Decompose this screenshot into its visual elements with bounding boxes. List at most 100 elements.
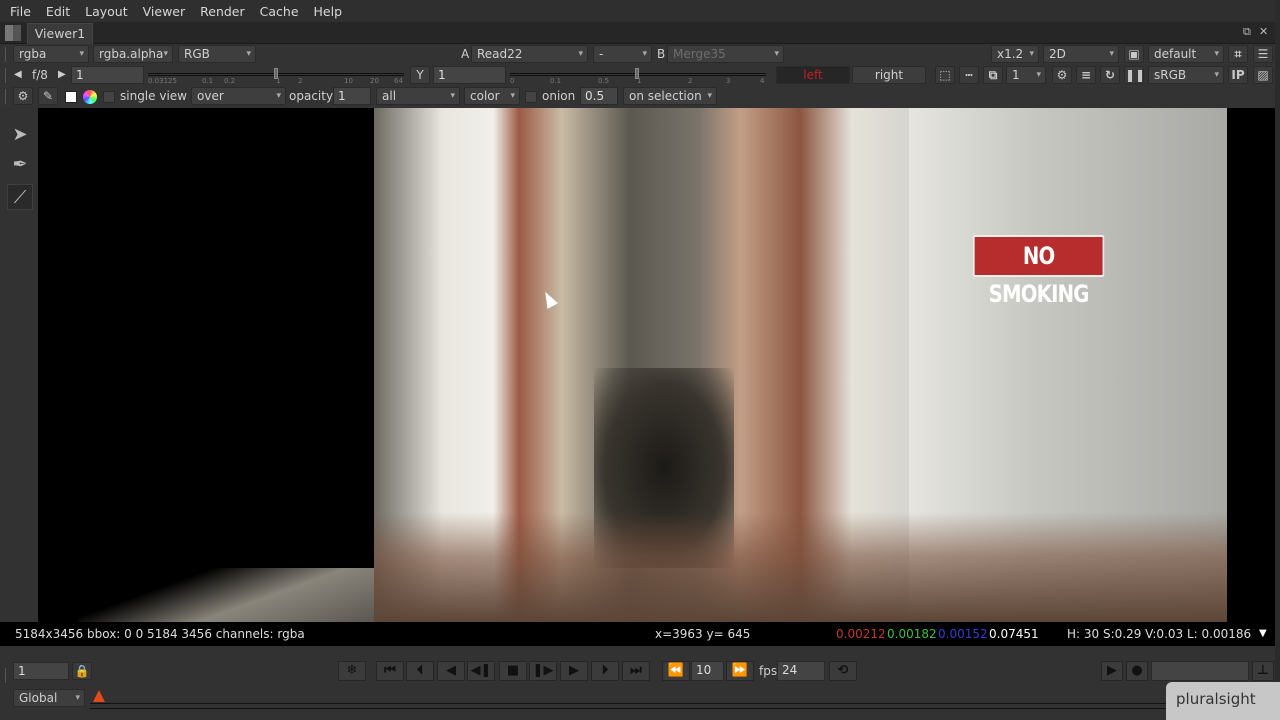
viewer-toolbar-row2: ◀ f/8 ▶ 1 0.03125 0.1 0.2 1 2 10 20 64 Y… [0, 65, 1280, 86]
eyedropper-icon[interactable]: ✎ [38, 87, 58, 105]
flipbook-play-icon[interactable]: ▶ [1101, 661, 1123, 681]
range-mode-dropdown[interactable]: Global [13, 689, 85, 707]
fstop-decrement-icon[interactable]: ◀ [14, 66, 22, 84]
fstop-increment-icon[interactable]: ▶ [58, 66, 66, 84]
camera-icon[interactable]: ▣ [1124, 45, 1144, 63]
blend-mode-dropdown[interactable]: over [191, 87, 286, 105]
display-channels-dropdown[interactable]: RGB [178, 45, 256, 63]
step-forward-icon[interactable]: ▶ [560, 661, 588, 681]
opacity-label: opacity [289, 89, 334, 103]
wipe-stripes-icon[interactable]: ▨ [1253, 66, 1273, 84]
step-back-icon[interactable]: ◀ [437, 661, 465, 681]
current-frame-marker[interactable] [93, 690, 105, 702]
timeline-settings-icon[interactable]: ⊥ [1252, 661, 1274, 681]
toolbar-grip[interactable] [5, 47, 8, 62]
lut-preset-dropdown[interactable]: default [1148, 45, 1224, 63]
color-mode-dropdown[interactable]: color [464, 87, 520, 105]
viewer-info-bar: 5184x3456 bbox: 0 0 5184 3456 channels: … [0, 622, 1275, 646]
lock-icon[interactable]: 🔒 [72, 662, 92, 680]
render-region-icon[interactable]: ⚙ [1052, 66, 1072, 84]
skip-back-icon[interactable]: ⏪ [662, 661, 690, 681]
gain-input[interactable]: 1 [71, 66, 144, 84]
menu-render[interactable]: Render [193, 4, 253, 19]
input-b-dropdown[interactable]: Merge35 [667, 45, 784, 63]
no-smoking-sign: NO SMOKING [973, 235, 1105, 308]
background-color-swatch[interactable] [65, 91, 77, 103]
alpha-channel-dropdown[interactable]: rgba.alpha [93, 45, 173, 63]
gain-tick: 0.2 [224, 77, 236, 85]
left-view-button[interactable]: left [776, 66, 850, 84]
toolbar-grip[interactable] [5, 68, 8, 83]
menu-cache[interactable]: Cache [253, 4, 307, 19]
frame-input[interactable]: 1 [13, 662, 69, 680]
fstop-value[interactable]: f/8 [32, 66, 48, 84]
input-process-button[interactable]: IP [1228, 66, 1248, 84]
loop-icon[interactable]: ⟲ [829, 661, 857, 681]
menu-layout[interactable]: Layout [78, 4, 136, 19]
gamma-tick: 0.1 [550, 77, 562, 85]
onion-input[interactable]: 0.5 [580, 87, 618, 105]
menu-viewer[interactable]: Viewer [136, 4, 194, 19]
onion-checkbox[interactable] [525, 91, 537, 103]
menu-file[interactable]: File [3, 4, 39, 19]
channels-dropdown[interactable]: rgba [13, 45, 89, 63]
next-keyframe-icon[interactable]: ⏵ [591, 661, 619, 681]
freeze-icon[interactable]: ❄ [338, 661, 366, 681]
curve-tool-icon[interactable]: ⟋ [7, 184, 33, 210]
lines-icon[interactable]: ≡ [1076, 66, 1096, 84]
first-frame-icon[interactable]: ⏮ [376, 661, 404, 681]
record-icon[interactable]: ● [1126, 661, 1148, 681]
prev-keyframe-icon[interactable]: ⏴ [406, 661, 434, 681]
panel-menu-handle[interactable] [5, 25, 21, 41]
on-selection-dropdown[interactable]: on selection [623, 87, 717, 105]
gear-icon[interactable]: ⚙ [13, 87, 33, 105]
viewer-image [374, 108, 1227, 622]
right-view-button[interactable]: right [852, 66, 926, 84]
pen-tool-icon[interactable]: ✒ [7, 152, 33, 178]
right-edge-scrollbar[interactable] [1275, 0, 1280, 720]
colorspace-dropdown[interactable]: sRGB [1148, 66, 1224, 84]
select-tool-icon[interactable]: ➤ [7, 122, 33, 148]
toolbar-grip[interactable] [5, 668, 8, 683]
fps-label: fps [759, 664, 778, 678]
stop-icon[interactable]: ■ [499, 661, 527, 681]
roi-select-icon[interactable]: ⬚ [935, 66, 955, 84]
view-mode-dropdown[interactable]: 2D [1043, 45, 1119, 63]
info-menu-icon[interactable]: ▼ [1259, 622, 1267, 646]
hsvl-values: H: 30 S:0.29 V:0.03 L: 0.00186 [1067, 627, 1252, 641]
float-panel-icon[interactable]: ⧉ [1243, 25, 1251, 39]
color-wheel-icon[interactable] [83, 90, 97, 104]
refresh-icon[interactable]: ↻ [1100, 66, 1120, 84]
toolbar-grip[interactable] [5, 89, 8, 104]
playback-range-input[interactable] [1151, 661, 1249, 681]
play-forward-icon[interactable]: ❚▶ [529, 661, 557, 681]
menu-help[interactable]: Help [307, 4, 351, 19]
fps-input[interactable]: 24 [777, 661, 825, 681]
skip-forward-icon[interactable]: ⏩ [726, 661, 754, 681]
input-a-dropdown[interactable]: Read22 [471, 45, 588, 63]
viewer-settings-icon[interactable]: ☰ [1253, 45, 1273, 63]
gamma-slider[interactable]: 0 0.1 0.5 1 2 3 4 [510, 65, 766, 85]
timeline-track[interactable] [90, 703, 1275, 709]
downscale-dropdown[interactable]: 1 [1006, 66, 1046, 84]
last-frame-icon[interactable]: ⏭ [622, 661, 650, 681]
single-view-checkbox[interactable] [103, 91, 115, 103]
region-mask-icon[interactable]: ┅ [959, 66, 979, 84]
roi-grid-icon[interactable]: ⌗ [1228, 45, 1248, 63]
pause-icon[interactable]: ❚❚ [1124, 66, 1145, 84]
gamma-toggle-button[interactable]: Y [410, 66, 430, 84]
tab-viewer1[interactable]: Viewer1 [27, 23, 93, 44]
gain-slider[interactable]: 0.03125 0.1 0.2 1 2 10 20 64 [148, 65, 404, 85]
gain-tick: 64 [394, 77, 403, 85]
play-backward-icon[interactable]: ◀❚ [467, 661, 495, 681]
close-panel-icon[interactable]: ✕ [1259, 25, 1268, 38]
compare-op-dropdown[interactable]: - [593, 45, 652, 63]
layers-dropdown[interactable]: all [376, 87, 460, 105]
increment-input[interactable]: 10 [691, 661, 724, 681]
zoom-dropdown[interactable]: x1.2 [991, 45, 1039, 63]
viewer-canvas[interactable]: NO SMOKING [38, 108, 1275, 622]
opacity-input[interactable]: 1 [333, 87, 371, 105]
gamma-input[interactable]: 1 [433, 66, 506, 84]
proxy-icon[interactable]: ⧉ [983, 66, 1003, 84]
menu-edit[interactable]: Edit [39, 4, 78, 19]
